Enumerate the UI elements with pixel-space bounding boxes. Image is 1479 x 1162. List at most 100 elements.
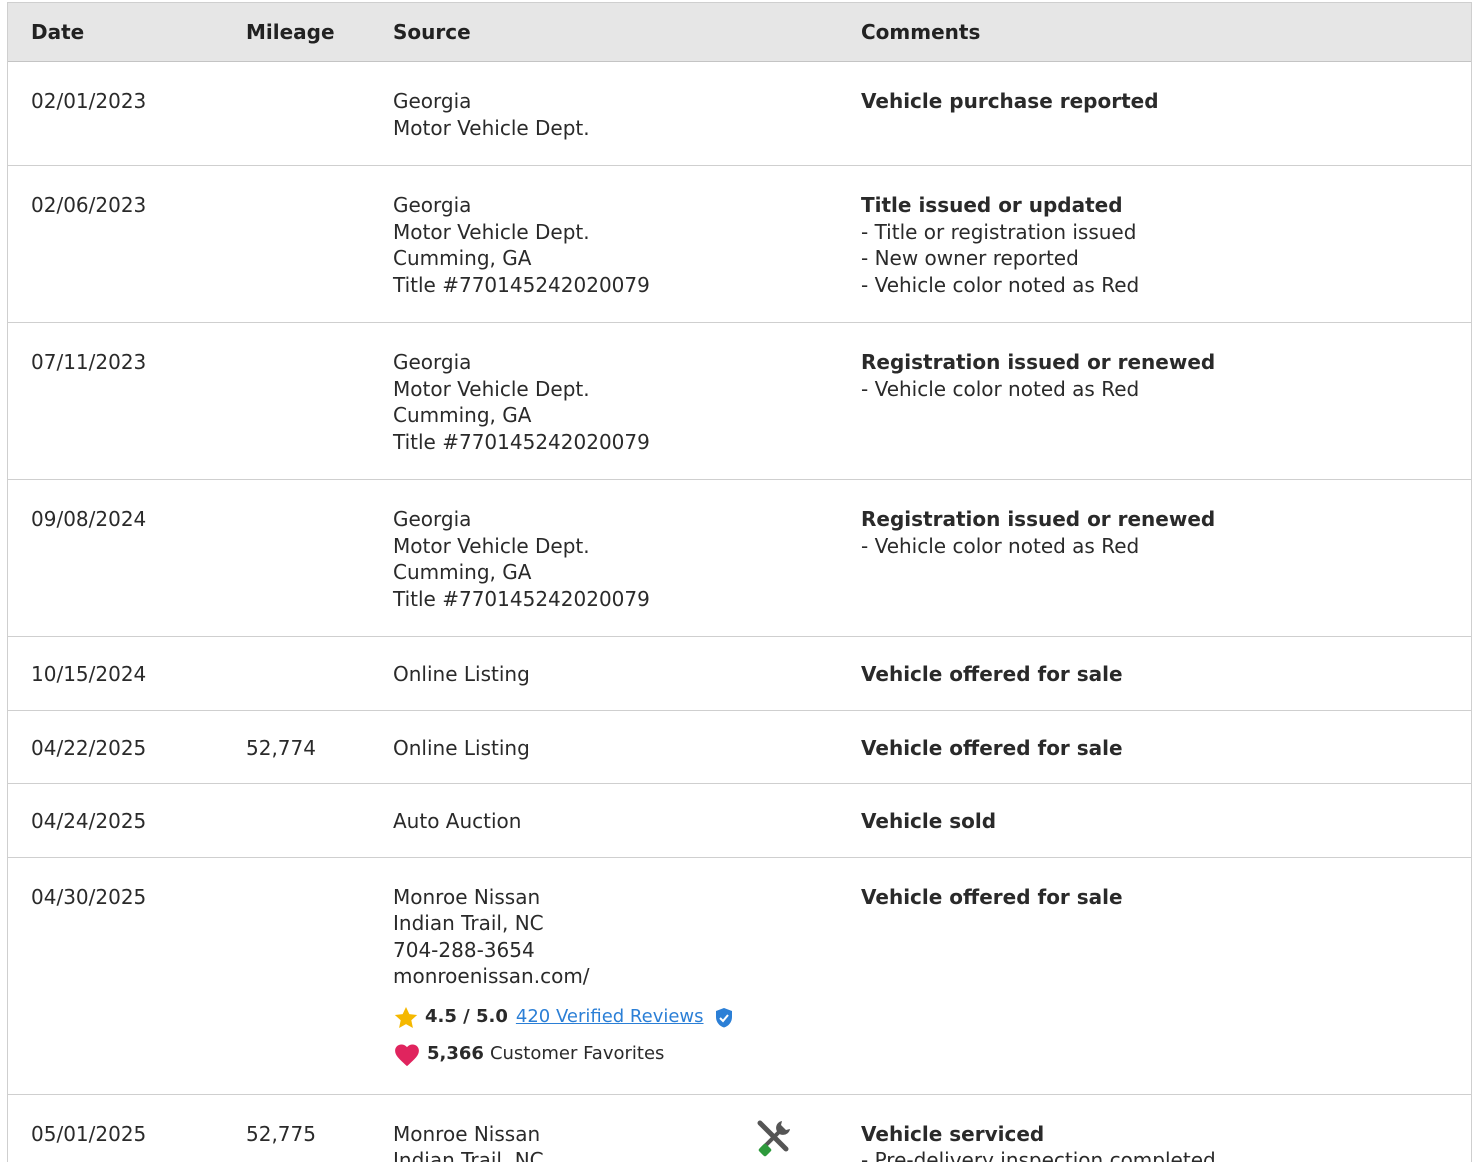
- source-line: Indian Trail, NC: [393, 910, 752, 937]
- comment-item: - Vehicle color noted as Red: [861, 376, 1471, 403]
- cell-source: Online Listing: [370, 637, 752, 711]
- source-line: Motor Vehicle Dept.: [393, 219, 752, 246]
- vehicle-history-table-frame: Date Mileage Source Comments 02/01/2023G…: [7, 2, 1472, 1162]
- cell-icon: [752, 784, 838, 858]
- source-line: Cumming, GA: [393, 402, 752, 429]
- column-header-icon: [752, 3, 838, 62]
- comment-title: Vehicle offered for sale: [861, 884, 1471, 911]
- cell-icon: [752, 710, 838, 784]
- comment-item: - Vehicle color noted as Red: [861, 533, 1471, 560]
- source-line: monroenissan.com/: [393, 963, 752, 990]
- comment-title: Vehicle serviced: [861, 1121, 1471, 1148]
- cell-date: 04/30/2025: [8, 857, 223, 1094]
- cell-source: Online Listing: [370, 710, 752, 784]
- table-row: 04/24/2025 Auto Auction Vehicle sold: [8, 784, 1471, 858]
- source-line: Title #770145242020079: [393, 272, 752, 299]
- comment-title: Title issued or updated: [861, 192, 1471, 219]
- cell-date: 07/11/2023: [8, 323, 223, 480]
- source-line: Motor Vehicle Dept.: [393, 376, 752, 403]
- favorites-count: 5,366: [427, 1041, 484, 1068]
- verified-shield-icon: [714, 1007, 734, 1029]
- cell-mileage: [223, 784, 370, 858]
- heart-icon: [393, 1041, 421, 1069]
- table-row: 10/15/2024 Online Listing Vehicle offered …: [8, 637, 1471, 711]
- cell-mileage: [223, 323, 370, 480]
- cell-mileage: [223, 166, 370, 323]
- cell-comments: Vehicle offered for sale: [838, 710, 1471, 784]
- source-line: Title #770145242020079: [393, 586, 752, 613]
- source-line: 704-288-3654: [393, 937, 752, 964]
- star-icon: [393, 1005, 419, 1031]
- cell-mileage: 52,775: [223, 1094, 370, 1162]
- table-row: 04/22/202552,774 Online Listing Vehicle of…: [8, 710, 1471, 784]
- cell-mileage: [223, 62, 370, 166]
- comment-item: - Pre-delivery inspection completed: [861, 1147, 1471, 1162]
- cell-source: Monroe NissanIndian Trail, NC: [370, 1094, 752, 1162]
- comment-item: - Vehicle color noted as Red: [861, 272, 1471, 299]
- source-line: Georgia: [393, 192, 752, 219]
- source-line: Cumming, GA: [393, 245, 752, 272]
- cell-comments: Vehicle sold: [838, 784, 1471, 858]
- cell-date: 04/22/2025: [8, 710, 223, 784]
- source-line: Auto Auction: [393, 808, 752, 835]
- cell-date: 10/15/2024: [8, 637, 223, 711]
- column-header-date: Date: [8, 3, 223, 62]
- cell-icon: [752, 62, 838, 166]
- source-line: Title #770145242020079: [393, 429, 752, 456]
- source-line: Georgia: [393, 506, 752, 533]
- cell-icon: [752, 857, 838, 1094]
- cell-comments: Registration issued or renewed- Vehicle …: [838, 480, 1471, 637]
- source-line: Georgia: [393, 88, 752, 115]
- cell-source: GeorgiaMotor Vehicle Dept.Cumming, GATit…: [370, 166, 752, 323]
- table-row: 02/06/2023 GeorgiaMotor Vehicle Dept.Cumm…: [8, 166, 1471, 323]
- cell-source: Auto Auction: [370, 784, 752, 858]
- favorites-label: Customer Favorites: [490, 1041, 664, 1068]
- cell-mileage: [223, 637, 370, 711]
- cell-date: 05/01/2025: [8, 1094, 223, 1162]
- source-line: Motor Vehicle Dept.: [393, 115, 752, 142]
- cell-comments: Vehicle serviced- Pre-delivery inspectio…: [838, 1094, 1471, 1162]
- dealer-rating: 4.5 / 5.0420 Verified Reviews: [393, 1004, 752, 1032]
- comment-item: - Title or registration issued: [861, 219, 1471, 246]
- table-row: 02/01/2023 GeorgiaMotor Vehicle Dept. Vehi…: [8, 62, 1471, 166]
- column-header-mileage: Mileage: [223, 3, 370, 62]
- vehicle-history-table: Date Mileage Source Comments 02/01/2023G…: [8, 3, 1471, 1162]
- cell-date: 09/08/2024: [8, 480, 223, 637]
- cell-comments: Vehicle offered for sale: [838, 637, 1471, 711]
- cell-date: 04/24/2025: [8, 784, 223, 858]
- cell-mileage: [223, 857, 370, 1094]
- cell-date: 02/06/2023: [8, 166, 223, 323]
- table-body: 02/01/2023GeorgiaMotor Vehicle Dept.Vehi…: [8, 62, 1471, 1162]
- source-line: Monroe Nissan: [393, 1121, 752, 1148]
- comment-title: Registration issued or renewed: [861, 349, 1471, 376]
- comment-title: Vehicle sold: [861, 808, 1471, 835]
- column-header-comments: Comments: [838, 3, 1471, 62]
- cell-source: Monroe NissanIndian Trail, NC704-288-365…: [370, 857, 752, 1094]
- source-line: Monroe Nissan: [393, 884, 752, 911]
- source-line: Online Listing: [393, 661, 752, 688]
- table-row: 07/11/2023 GeorgiaMotor Vehicle Dept.Cumm…: [8, 323, 1471, 480]
- cell-source: GeorgiaMotor Vehicle Dept.Cumming, GATit…: [370, 480, 752, 637]
- cell-comments: Title issued or updated- Title or regist…: [838, 166, 1471, 323]
- cell-icon: [752, 323, 838, 480]
- cell-comments: Vehicle offered for sale: [838, 857, 1471, 1094]
- cell-source: GeorgiaMotor Vehicle Dept.Cumming, GATit…: [370, 323, 752, 480]
- source-line: Online Listing: [393, 735, 752, 762]
- comment-title: Vehicle offered for sale: [861, 735, 1471, 762]
- source-line: Indian Trail, NC: [393, 1147, 752, 1162]
- cell-comments: Registration issued or renewed- Vehicle …: [838, 323, 1471, 480]
- table-row: 05/01/202552,775Monroe NissanIndian Trai…: [8, 1094, 1471, 1162]
- comment-title: Registration issued or renewed: [861, 506, 1471, 533]
- cell-icon: [752, 480, 838, 637]
- source-line: Motor Vehicle Dept.: [393, 533, 752, 560]
- cell-source: GeorgiaMotor Vehicle Dept.: [370, 62, 752, 166]
- cell-mileage: 52,774: [223, 710, 370, 784]
- service-tools-icon: [752, 1117, 794, 1159]
- cell-date: 02/01/2023: [8, 62, 223, 166]
- verified-reviews-link[interactable]: 420 Verified Reviews: [516, 1004, 704, 1031]
- cell-mileage: [223, 480, 370, 637]
- source-line: Cumming, GA: [393, 559, 752, 586]
- cell-comments: Vehicle purchase reported: [838, 62, 1471, 166]
- comment-item: - New owner reported: [861, 245, 1471, 272]
- comment-title: Vehicle purchase reported: [861, 88, 1471, 115]
